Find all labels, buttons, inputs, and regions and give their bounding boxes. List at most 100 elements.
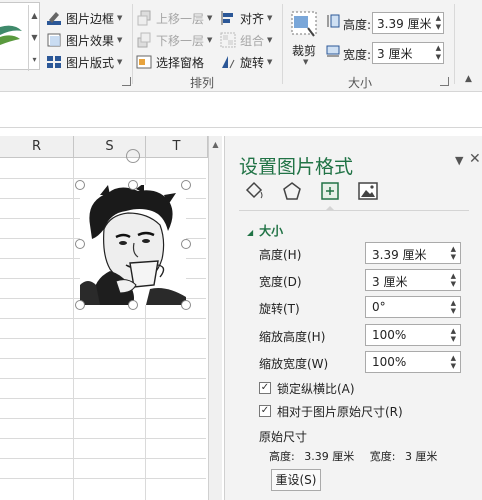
rotate-button[interactable]: 旋转 ▼ — [220, 52, 272, 72]
dropdown-arrow-icon: ▼ — [207, 36, 213, 44]
resize-handle-s[interactable] — [128, 300, 138, 310]
spinner-arrows-icon[interactable]: ▲ ▼ — [451, 272, 456, 288]
relative-original-checkbox[interactable]: ✓ 相对于图片原始尺寸(R) — [259, 402, 403, 420]
align-button[interactable]: 对齐 ▼ — [220, 8, 272, 28]
bring-forward-button[interactable]: 上移一层 ▼ — [136, 8, 212, 28]
scale-height-input[interactable]: 100% ▲ ▼ — [365, 324, 461, 346]
style-preview-image[interactable] — [0, 21, 24, 49]
dropdown-arrow-icon: ▼ — [267, 36, 273, 44]
pane-title: 设置图片格式 — [239, 156, 354, 178]
height-label: 高度(H) — [259, 248, 302, 262]
original-size-title: 原始尺寸 — [259, 430, 308, 444]
align-icon — [220, 10, 236, 26]
gridline — [0, 418, 206, 419]
rotation-input[interactable]: 0° ▲ ▼ — [365, 296, 461, 318]
arrange-group-title: 排列 — [190, 76, 215, 90]
gridline — [0, 338, 206, 339]
rotation-row: 旋转(T) 0° ▲ ▼ — [259, 296, 469, 318]
vertical-scrollbar[interactable]: ▲ — [208, 136, 222, 500]
width-input[interactable]: 3 厘米 ▲ ▼ — [365, 269, 461, 291]
gridline — [0, 178, 206, 179]
rotation-value: 0° — [372, 300, 386, 314]
crop-button[interactable]: 裁剪 ▼ — [288, 10, 322, 68]
gridline — [0, 478, 206, 479]
collapse-ribbon-icon[interactable]: ▲ — [465, 74, 472, 84]
width-label: 宽度(D) — [259, 275, 302, 289]
ribbon-height-input[interactable]: 3.39 厘米 ▲ ▼ — [372, 12, 444, 34]
ribbon-width-input[interactable]: 3 厘米 ▲ ▼ — [372, 42, 444, 64]
spinner-arrows-icon[interactable]: ▲ ▼ — [436, 14, 441, 32]
lock-aspect-checkbox[interactable]: ✓ 锁定纵横比(A) — [259, 379, 355, 397]
gallery-scroll[interactable]: ▲ ▼ ▾ — [28, 5, 40, 71]
relative-original-label: 相对于图片原始尺寸(R) — [277, 404, 403, 419]
original-height-label: 高度: — [269, 450, 295, 463]
divider — [454, 4, 455, 84]
tab-size-properties[interactable] — [319, 180, 341, 211]
chevron-up-icon[interactable]: ▲ — [29, 5, 40, 27]
dropdown-arrow-icon: ▼ — [117, 36, 123, 44]
size-group-title: 大小 — [348, 76, 373, 90]
spinner-arrows-icon[interactable]: ▲ ▼ — [451, 354, 456, 370]
tab-picture[interactable] — [357, 180, 379, 202]
column-header-t[interactable]: T — [146, 136, 208, 158]
picture-border-button[interactable]: 图片边框 ▼ — [46, 8, 122, 28]
checkmark-icon[interactable]: ✓ — [259, 382, 271, 394]
group-button[interactable]: 组合 ▼ — [220, 30, 272, 50]
picture-layout-button[interactable]: 图片版式 ▼ — [46, 52, 122, 72]
resize-handle-n[interactable] — [128, 180, 138, 190]
picture-effects-button[interactable]: 图片效果 ▼ — [46, 30, 122, 50]
dialog-launcher-icon[interactable] — [122, 77, 131, 86]
rotate-handle-icon[interactable] — [126, 149, 140, 163]
align-label: 对齐 — [240, 11, 265, 26]
picture-effects-label: 图片效果 — [66, 33, 115, 48]
crop-label: 裁剪 — [292, 44, 317, 58]
pen-border-icon — [46, 10, 62, 26]
scale-width-input[interactable]: 100% ▲ ▼ — [365, 351, 461, 373]
pane-options-icon[interactable]: ▼ — [455, 154, 463, 167]
gridline — [0, 438, 206, 439]
ribbon-height-value: 3.39 厘米 — [377, 17, 432, 31]
scale-height-label: 缩放高度(H) — [259, 330, 326, 344]
resize-handle-ne[interactable] — [181, 180, 191, 190]
resize-handle-w[interactable] — [75, 239, 85, 249]
picture-style-gallery[interactable]: ▲ ▼ ▾ — [0, 2, 40, 71]
gridline — [0, 458, 206, 459]
scale-width-value: 100% — [372, 355, 407, 369]
resize-handle-se[interactable] — [181, 300, 191, 310]
send-backward-icon — [136, 32, 152, 48]
original-size-values: 高度: 3.39 厘米 宽度: 3 厘米 — [269, 448, 437, 464]
tab-fill-line[interactable] — [243, 180, 265, 202]
reset-button[interactable]: 重设(S) — [271, 469, 321, 491]
more-icon[interactable]: ▾ — [29, 49, 40, 71]
chevron-down-icon[interactable]: ▼ — [29, 27, 40, 49]
spinner-arrows-icon[interactable]: ▲ ▼ — [436, 44, 441, 62]
spinner-arrows-icon[interactable]: ▲ ▼ — [451, 327, 456, 343]
size-section-header[interactable]: ◢ 大小 — [247, 222, 283, 239]
send-backward-button[interactable]: 下移一层 ▼ — [136, 30, 212, 50]
send-backward-label: 下移一层 — [156, 33, 205, 48]
height-input[interactable]: 3.39 厘米 ▲ ▼ — [365, 242, 461, 264]
checkmark-icon[interactable]: ✓ — [259, 405, 271, 417]
dialog-launcher-icon[interactable] — [440, 77, 449, 86]
close-icon[interactable]: ✕ — [469, 151, 481, 167]
resize-handle-e[interactable] — [181, 239, 191, 249]
width-icon — [326, 44, 340, 58]
section-collapse-icon[interactable]: ◢ — [247, 228, 253, 237]
rotate-icon — [220, 54, 236, 70]
selection-pane-button[interactable]: 选择窗格 — [136, 52, 204, 72]
width-value: 3 厘米 — [372, 275, 408, 289]
spinner-arrows-icon[interactable]: ▲ ▼ — [451, 299, 456, 315]
portrait-image[interactable] — [80, 185, 186, 305]
selection-pane-label: 选择窗格 — [156, 55, 205, 70]
resize-handle-sw[interactable] — [75, 300, 85, 310]
dropdown-arrow-icon: ▼ — [267, 58, 273, 66]
crop-icon — [291, 11, 317, 37]
resize-handle-nw[interactable] — [75, 180, 85, 190]
column-header-r[interactable]: R — [0, 136, 74, 158]
spinner-arrows-icon[interactable]: ▲ ▼ — [451, 245, 456, 261]
formula-bar[interactable] — [0, 96, 482, 128]
tab-effects[interactable] — [281, 180, 303, 202]
selected-picture[interactable] — [75, 149, 191, 310]
scroll-up-icon[interactable]: ▲ — [209, 140, 222, 149]
divider — [132, 4, 133, 84]
